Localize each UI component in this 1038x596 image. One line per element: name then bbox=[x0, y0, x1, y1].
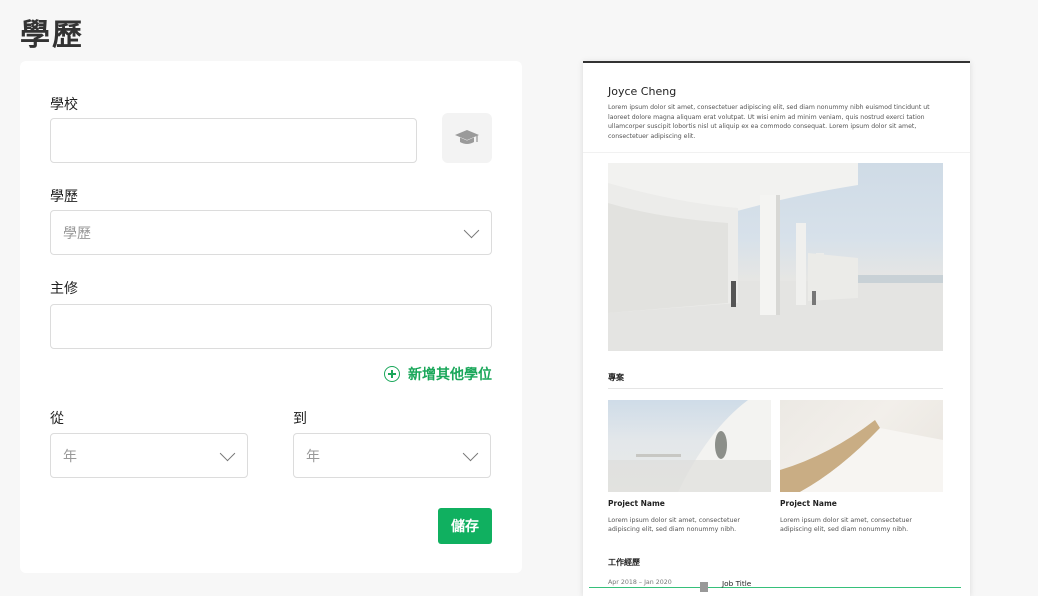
experience-job-title: Job Title bbox=[722, 579, 752, 588]
school-icon-button[interactable] bbox=[442, 113, 492, 163]
building-icon bbox=[700, 582, 708, 592]
to-year-select[interactable]: 年 bbox=[293, 433, 491, 478]
preview-experience-heading: 工作經歷 bbox=[608, 558, 640, 567]
education-form-card: 學校 學歷 學歷 主修 新增其他學位 從 年 到 年 儲存 bbox=[20, 61, 522, 573]
from-year-select[interactable]: 年 bbox=[50, 433, 248, 478]
add-degree-label: 新增其他學位 bbox=[408, 367, 492, 383]
preview-projects-heading: 專案 bbox=[608, 373, 624, 382]
school-input[interactable] bbox=[50, 118, 417, 163]
preview-bio: Lorem ipsum dolor sit amet, consectetuer… bbox=[608, 104, 930, 140]
chevron-down-icon bbox=[463, 222, 480, 238]
preview-name: Joyce Cheng bbox=[608, 85, 677, 98]
architecture-photo bbox=[608, 163, 943, 351]
major-input[interactable] bbox=[50, 304, 492, 349]
degree-select[interactable]: 學歷 bbox=[50, 210, 492, 255]
to-year-value: 年 bbox=[306, 448, 320, 465]
project-image-1 bbox=[608, 400, 771, 492]
preview-highlight-line bbox=[589, 587, 961, 588]
resume-preview: Joyce Cheng Lorem ipsum dolor sit amet, … bbox=[583, 61, 970, 596]
project-name-1: Project Name bbox=[608, 499, 665, 508]
page-title: 學歷 bbox=[20, 18, 84, 53]
major-label: 主修 bbox=[50, 281, 78, 297]
school-label: 學校 bbox=[50, 97, 78, 113]
graduation-cap-icon bbox=[455, 130, 479, 144]
degree-label: 學歷 bbox=[50, 189, 78, 205]
project-desc-1: Lorem ipsum dolor sit amet, consectetuer… bbox=[608, 517, 740, 533]
preview-hero-image bbox=[608, 163, 943, 351]
plus-circle-icon bbox=[384, 366, 400, 382]
chevron-down-icon bbox=[219, 445, 236, 461]
experience-date: Apr 2018 – Jan 2020 bbox=[608, 579, 672, 586]
chevron-down-icon bbox=[462, 445, 479, 461]
project-name-2: Project Name bbox=[780, 499, 837, 508]
from-year-value: 年 bbox=[63, 448, 77, 465]
to-label: 到 bbox=[293, 411, 307, 427]
project-image-2 bbox=[780, 400, 943, 492]
project-desc-2: Lorem ipsum dolor sit amet, consectetuer… bbox=[780, 517, 912, 533]
save-button[interactable]: 儲存 bbox=[438, 508, 492, 544]
from-label: 從 bbox=[50, 411, 64, 427]
degree-select-value: 學歷 bbox=[63, 225, 91, 242]
add-degree-link[interactable]: 新增其他學位 bbox=[384, 364, 492, 384]
preview-divider bbox=[583, 152, 970, 153]
preview-projects-rule bbox=[608, 388, 943, 389]
